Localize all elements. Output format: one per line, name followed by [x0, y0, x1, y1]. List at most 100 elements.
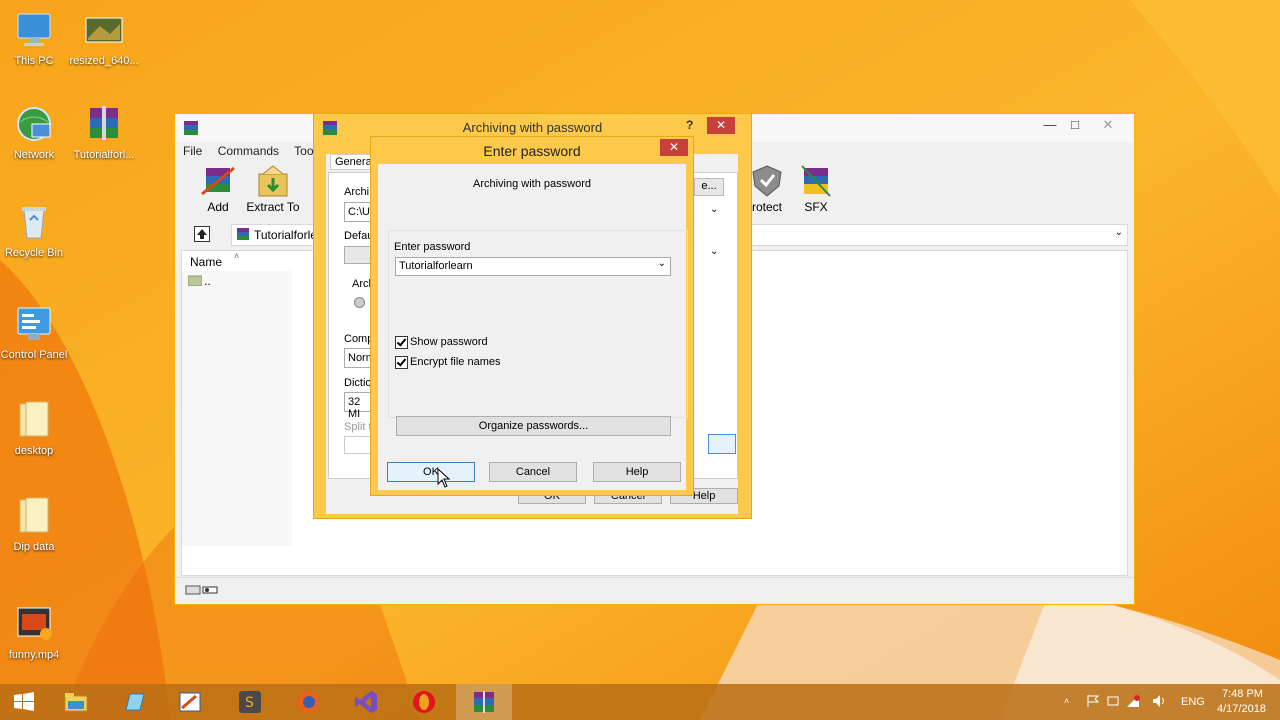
sfx-icon [798, 164, 834, 198]
toolbar-add-label: Add [207, 200, 229, 214]
organize-passwords-button[interactable]: Organize passwords... [396, 416, 671, 436]
input-language[interactable]: ENG [1181, 696, 1205, 708]
taskbar-visual-studio[interactable] [340, 684, 392, 720]
toolbar-extract-label: Extract To [246, 200, 300, 214]
sort-up-icon: ˄ [234, 251, 240, 261]
taskbar-notes[interactable] [108, 684, 160, 720]
close-icon[interactable]: ✕ [1093, 114, 1123, 136]
sublime-text-icon: S [238, 690, 262, 714]
network-icon[interactable] [1126, 694, 1140, 711]
password-dialog-body: Archiving with password Enter password T… [378, 164, 688, 491]
dialog-title: Enter password [483, 143, 581, 159]
paint-icon [178, 690, 202, 714]
winrar-app-icon [183, 120, 199, 139]
file-list-column [182, 271, 292, 546]
toolbar-protect-label: rotect [751, 200, 782, 214]
desktop-icon-recycle-bin[interactable]: Recycle Bin [0, 202, 72, 260]
toolbar-sfx-button[interactable]: SFX [787, 164, 845, 214]
firefox-icon [296, 690, 320, 714]
maximize-icon[interactable]: □ [1060, 114, 1090, 136]
desktop-icon-network[interactable]: Network [0, 104, 72, 162]
taskbar-opera[interactable] [398, 684, 450, 720]
taskbar-firefox[interactable] [282, 684, 334, 720]
desktop-icon-label: desktop [14, 445, 54, 457]
menu-file[interactable]: File [183, 144, 202, 158]
chevron-down-icon: ⌄ [710, 204, 719, 215]
chevron-down-icon[interactable]: ⌄ [658, 258, 666, 269]
drive-key-icon [185, 584, 219, 599]
toolbar-extract-button[interactable]: Extract To [244, 164, 302, 214]
cancel-button[interactable]: Cancel [489, 462, 577, 482]
taskbar-sublime[interactable]: S [224, 684, 276, 720]
speaker-icon[interactable] [1152, 694, 1168, 711]
recycle-bin-icon [14, 202, 54, 242]
close-icon[interactable]: ✕ [660, 139, 688, 156]
desktop-icon-label: Control Panel [0, 349, 68, 361]
encrypt-file-names-checkbox[interactable] [395, 356, 408, 369]
notes-icon [122, 690, 146, 714]
up-folder-icon[interactable] [194, 226, 210, 245]
flag-icon[interactable] [1086, 694, 1100, 711]
toolbar-sfx-label: SFX [804, 200, 828, 214]
desktop-icon-label: funny.mp4 [8, 649, 60, 661]
taskbar-winrar[interactable] [456, 684, 512, 720]
windows-logo-icon [12, 690, 36, 714]
folder-icon [14, 400, 54, 440]
enter-password-label: Enter password [394, 241, 471, 253]
sync-icon[interactable] [1106, 694, 1120, 711]
dictionary-label: Dictio [344, 377, 372, 389]
desktop-icon-label: Tutorialforl... [73, 149, 135, 161]
status-bar [175, 577, 1134, 604]
help-button[interactable]: Help [593, 462, 681, 482]
column-header-name[interactable]: Name [190, 255, 222, 269]
password-value: Tutorialforlearn [399, 260, 473, 272]
file-explorer-icon [64, 690, 88, 714]
taskbar: S ˄ ENG 7:48 PM 4/17/2018 [0, 684, 1280, 720]
computer-icon [14, 10, 54, 50]
password-input[interactable]: Tutorialforlearn ⌄ [395, 257, 671, 276]
desktop-icon-dip-data[interactable]: Dip data [0, 496, 72, 554]
set-password-button[interactable] [708, 434, 736, 454]
menu-commands[interactable]: Commands [218, 144, 279, 158]
chevron-down-icon: ⌄ [710, 246, 719, 257]
show-hidden-icons[interactable]: ˄ [1064, 696, 1069, 706]
start-button[interactable] [0, 684, 52, 720]
control-panel-icon [14, 304, 54, 344]
desktop-icon-this-pc[interactable]: This PC [0, 10, 72, 68]
path-value: Tutorialforle [254, 228, 317, 242]
split-volumes-label: Split t [344, 421, 372, 433]
format-radio[interactable] [354, 297, 365, 308]
desktop-icon-label: This PC [14, 55, 54, 67]
encrypt-file-names-label[interactable]: Encrypt file names [410, 356, 500, 368]
winrar-archive-icon [472, 690, 496, 714]
desktop-icon-desktop-folder[interactable]: desktop [0, 400, 72, 458]
folder-up-icon [187, 274, 203, 289]
clock-time[interactable]: 7:48 PM [1222, 688, 1263, 700]
video-file-icon [14, 604, 54, 644]
toolbar-add-button[interactable]: Add [189, 164, 247, 214]
taskbar-file-explorer[interactable] [50, 684, 102, 720]
desktop-icon-resized-image[interactable]: resized_640... [66, 10, 142, 68]
show-password-label[interactable]: Show password [410, 336, 488, 348]
winrar-archive-icon [84, 104, 124, 144]
taskbar-paint[interactable] [164, 684, 216, 720]
enter-password-dialog: Enter password ✕ Archiving with password… [370, 136, 694, 496]
desktop-icon-label: Network [13, 149, 55, 161]
opera-icon [412, 690, 436, 714]
close-icon[interactable]: ✕ [707, 117, 735, 134]
clock-date[interactable]: 4/17/2018 [1217, 703, 1266, 715]
archive-path-value: C:\U [348, 206, 370, 218]
desktop-icon-label: Recycle Bin [4, 247, 64, 259]
mouse-cursor-icon [437, 467, 451, 491]
network-globe-icon [14, 104, 54, 144]
ok-button[interactable]: OK [387, 462, 475, 482]
help-question-icon[interactable]: ? [686, 118, 693, 132]
show-password-checkbox[interactable] [395, 336, 408, 349]
desktop-icon-funny-video[interactable]: funny.mp4 [0, 604, 72, 662]
desktop-icon-control-panel[interactable]: Control Panel [0, 304, 72, 362]
protect-icon [749, 164, 785, 198]
desktop-icon-tutorial-archive[interactable]: Tutorialforl... [66, 104, 142, 162]
image-file-icon [84, 10, 124, 50]
default-profile-label: Defau [344, 230, 374, 242]
browse-button[interactable]: e... [694, 178, 724, 196]
